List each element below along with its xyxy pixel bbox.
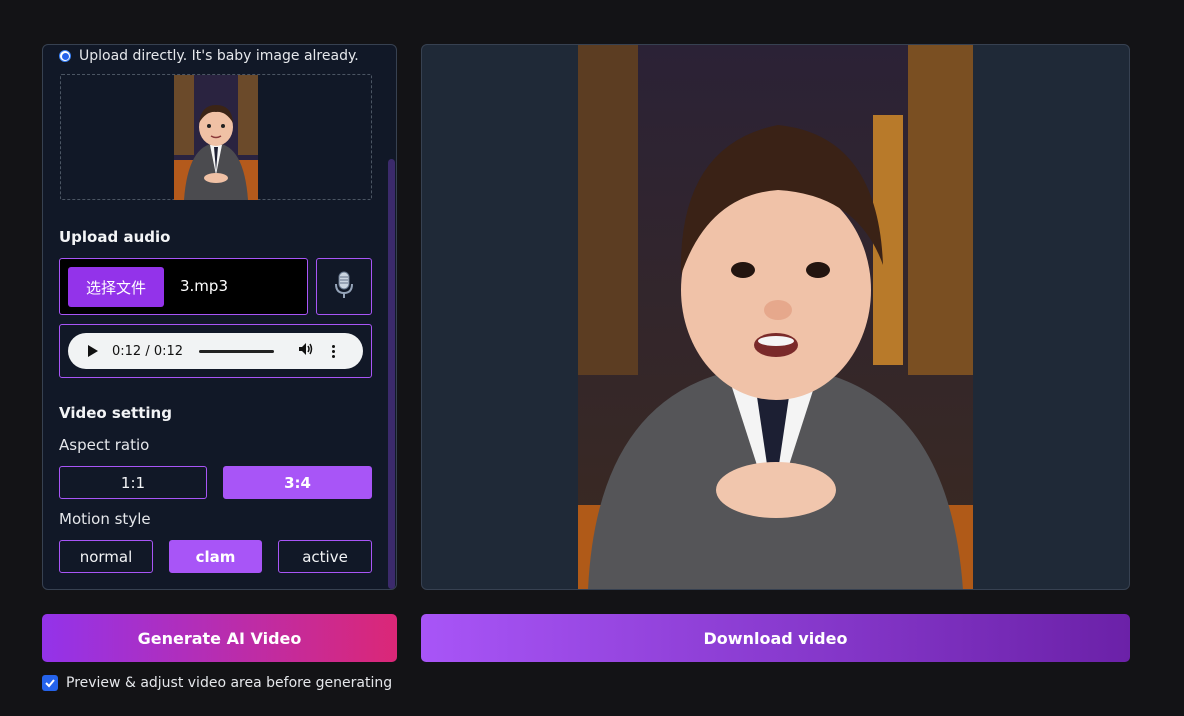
uploaded-image-thumbnail	[174, 75, 258, 200]
microphone-icon	[333, 271, 355, 303]
preview-adjust-option[interactable]: Preview & adjust video area before gener…	[42, 675, 392, 691]
generated-video-preview[interactable]	[578, 45, 973, 589]
video-setting-title: Video setting	[59, 404, 172, 422]
aspect-option-3-4[interactable]: 3:4	[223, 466, 372, 499]
motion-option-clam[interactable]: clam	[169, 540, 262, 573]
upload-audio-title: Upload audio	[59, 228, 171, 246]
audio-player[interactable]: 0:12 / 0:12	[68, 333, 363, 369]
more-vertical-icon[interactable]	[332, 344, 336, 358]
image-dropzone[interactable]	[60, 74, 372, 200]
audio-file-input[interactable]: 选择文件 3.mp3	[59, 258, 308, 315]
motion-style-label: Motion style	[59, 510, 151, 528]
preview-checkbox[interactable]	[42, 675, 58, 691]
audio-time: 0:12 / 0:12	[112, 343, 184, 359]
audio-player-container: 0:12 / 0:12	[59, 324, 372, 378]
choose-file-button[interactable]: 选择文件	[68, 267, 164, 307]
motion-option-active[interactable]: active	[278, 540, 372, 573]
radio-button[interactable]	[59, 50, 71, 62]
motion-option-normal[interactable]: normal	[59, 540, 153, 573]
play-icon[interactable]	[88, 345, 98, 357]
selected-file-name: 3.mp3	[180, 277, 228, 295]
upload-direct-label: Upload directly. It's baby image already…	[79, 48, 359, 64]
audio-progress-bar[interactable]	[199, 349, 275, 353]
download-video-button[interactable]: Download video	[421, 614, 1130, 662]
preview-checkbox-label: Preview & adjust video area before gener…	[66, 675, 393, 691]
aspect-ratio-label: Aspect ratio	[59, 436, 150, 454]
generate-video-button[interactable]: Generate AI Video	[42, 614, 397, 662]
aspect-option-1-1[interactable]: 1:1	[59, 466, 207, 499]
settings-panel: Upload directly. It's baby image already…	[42, 44, 397, 590]
video-preview-panel	[421, 44, 1130, 590]
upload-direct-option[interactable]: Upload directly. It's baby image already…	[59, 48, 359, 64]
scrollbar[interactable]	[388, 159, 395, 589]
volume-icon[interactable]	[298, 341, 314, 361]
record-audio-button[interactable]	[316, 258, 372, 315]
